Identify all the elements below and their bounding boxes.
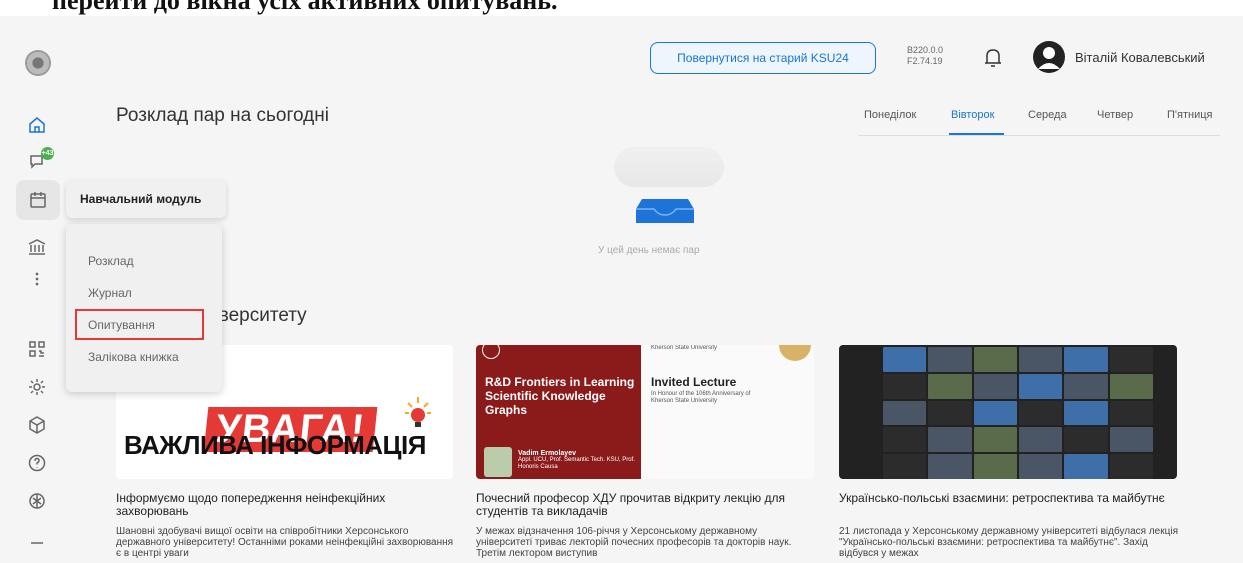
app-window: +43 Повернутися на старий KSU24 B220.0.0… [0, 10, 1243, 563]
version-line-1: B220.0.0 [907, 45, 944, 55]
empty-cloud-illustration [614, 147, 724, 187]
tabs-divider [858, 135, 1220, 136]
university-emblem-icon [482, 345, 500, 359]
return-old-ksu24-button[interactable]: Повернутися на старий KSU24 [650, 42, 876, 74]
video-tile [973, 347, 1017, 372]
video-tile [1109, 427, 1153, 453]
user-icon [1038, 47, 1060, 69]
video-tile [1018, 454, 1063, 479]
video-tile [1018, 373, 1063, 399]
important-info-text: ВАЖЛИВА ІНФОРМАЦІЯ [124, 430, 426, 460]
tab-monday[interactable]: Понеділок [864, 109, 916, 121]
openai-icon[interactable] [22, 486, 52, 516]
schedule-title: Розклад пар на сьогодні [116, 105, 329, 126]
menu-item-journal[interactable]: Журнал [88, 286, 132, 300]
poster-title: Invited Lecture [651, 375, 737, 389]
news-card-heading-1[interactable]: Інформуємо щодо попередження неінфекційн… [116, 492, 456, 518]
bell-icon[interactable] [983, 47, 1003, 69]
video-tile [1064, 400, 1108, 426]
video-tile [973, 373, 1017, 399]
lecture-poster-left: R&D Frontiers in Learning Scientific Kno… [476, 345, 641, 479]
qr-icon[interactable] [22, 334, 52, 364]
video-tile [1018, 400, 1063, 426]
video-tile [883, 454, 927, 479]
version-info: B220.0.0 F2.74.19 [907, 45, 943, 67]
empty-schedule-text: У цей день немає пар [598, 245, 700, 256]
news-card-heading-2[interactable]: Почесний професор ХДУ прочитав відкриту … [476, 492, 816, 518]
menu-item-record-book[interactable]: Залікова книжка [88, 350, 179, 364]
chat-badge: +43 [41, 147, 54, 160]
video-tile [1064, 454, 1108, 479]
learning-module-header: Навчальний модуль [66, 180, 226, 218]
document-caption: перейти до вікна усіх активних опитувань… [0, 0, 1243, 16]
news-card-heading-3[interactable]: Українсько-польські взаємини: ретроспект… [839, 492, 1179, 505]
lecture-poster-right: Kherson State University Invited Lecture… [641, 345, 814, 479]
video-conference-grid [883, 347, 1153, 479]
calendar-icon[interactable] [16, 180, 60, 220]
sidebar: +43 [0, 10, 75, 563]
version-line-2: F2.74.19 [907, 56, 943, 66]
speaker-info: Vadim Ermolayev Appl. UCU, Prof. Semanti… [518, 450, 641, 471]
more-icon[interactable] [22, 264, 52, 294]
empty-box-icon [636, 199, 694, 223]
news-card-text-3: 21 листопада у Херсонському державному у… [839, 526, 1178, 559]
video-tile [1109, 400, 1153, 426]
poster-subtitle: In Honour of the 106th Anniversary of Kh… [651, 391, 751, 404]
video-tile [928, 373, 972, 399]
video-tile [1018, 347, 1063, 372]
news-card-text-2: У межах відзначення 106-річчя у Херсонсь… [476, 526, 792, 559]
tab-friday[interactable]: П'ятниця [1167, 109, 1212, 121]
video-tile [1109, 454, 1153, 479]
speaker-role: Appl. UCU, Prof. Semantic Tech. KSU, Pro… [518, 457, 635, 470]
lecture-topic: R&D Frontiers in Learning Scientific Kno… [485, 375, 635, 417]
tab-tuesday[interactable]: Вівторок [951, 109, 994, 121]
video-tile [1064, 347, 1108, 372]
video-tile [973, 454, 1017, 479]
chat-icon[interactable]: +43 [22, 146, 54, 176]
help-icon[interactable] [22, 448, 52, 478]
video-tile [883, 347, 927, 372]
video-tile [1109, 373, 1153, 399]
settings-icon[interactable] [22, 372, 52, 402]
video-tile [1018, 427, 1063, 453]
news-card-image-2[interactable]: R&D Frontiers in Learning Scientific Kno… [476, 345, 814, 479]
poster-university: Kherson State University [651, 345, 718, 351]
video-tile [1064, 373, 1108, 399]
surveys-highlight-frame [75, 309, 204, 340]
tab-thursday[interactable]: Четвер [1097, 109, 1133, 121]
university-logo[interactable] [25, 50, 51, 76]
video-tile [973, 400, 1017, 426]
username[interactable]: Віталій Ковалевський [1075, 50, 1205, 65]
video-tile [928, 454, 972, 479]
menu-item-schedule[interactable]: Розклад [88, 254, 134, 268]
tab-wednesday[interactable]: Середа [1028, 109, 1067, 121]
learning-module-menu: Розклад Журнал Опитування Залікова книжк… [66, 224, 222, 392]
video-tile [883, 400, 927, 426]
avatar[interactable] [1033, 41, 1065, 73]
cube-icon[interactable] [22, 410, 52, 440]
video-tile [928, 427, 972, 453]
video-tile [928, 347, 972, 372]
video-tile [1109, 347, 1153, 372]
video-tile [973, 427, 1017, 453]
minus-icon[interactable] [22, 524, 52, 554]
news-card-image-3[interactable] [839, 345, 1177, 479]
speaker-photo [484, 447, 512, 477]
video-tile [883, 427, 927, 453]
video-tile [1064, 427, 1108, 453]
video-tile [883, 373, 927, 399]
active-tab-indicator [949, 133, 1004, 135]
institution-icon[interactable] [22, 232, 52, 262]
ukraine-emblem-icon [779, 345, 811, 361]
speaker-name: Vadim Ermolayev [518, 450, 576, 457]
lightbulb-icon [405, 397, 431, 427]
news-card-text-1: Шановні здобувачі вищої освіти на співро… [116, 526, 454, 559]
home-icon[interactable] [22, 110, 52, 140]
video-tile [928, 400, 972, 426]
